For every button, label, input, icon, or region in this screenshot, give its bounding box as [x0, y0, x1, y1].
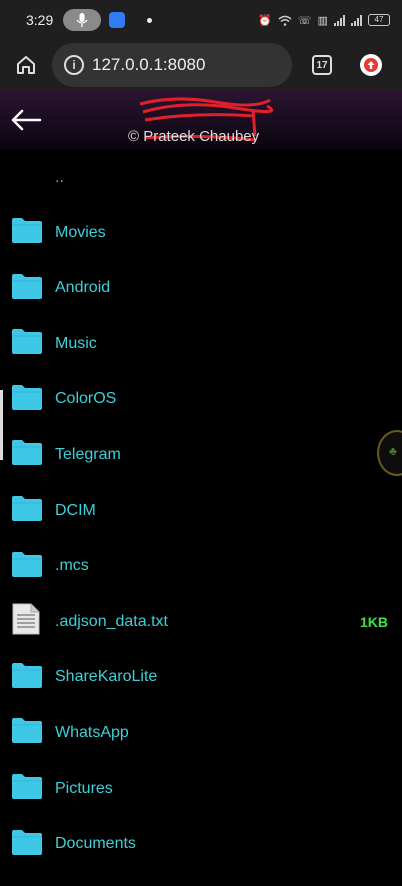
battery-icon: 47	[368, 14, 390, 26]
arrow-left-icon	[11, 109, 42, 131]
folder-icon	[12, 662, 42, 693]
signal2-icon	[351, 14, 362, 26]
item-name[interactable]: .adjson_data.txt	[55, 613, 168, 631]
browser-toolbar: i 127.0.0.1:8080 17	[0, 40, 402, 90]
alarm-icon: ⏰	[258, 14, 272, 27]
mic-indicator[interactable]	[63, 9, 102, 31]
item-name[interactable]: Music	[55, 335, 97, 353]
item-name[interactable]: Android	[55, 279, 110, 297]
item-name[interactable]: Pictures	[55, 780, 113, 798]
status-bar: 3:29 ⏰ ☏ ▥ 47	[0, 0, 402, 40]
folder-icon	[12, 551, 42, 582]
folder-icon	[12, 273, 42, 304]
status-time: 3:29	[26, 12, 54, 28]
back-button[interactable]	[6, 102, 46, 138]
item-name[interactable]: ColorOS	[55, 390, 116, 408]
folder-row[interactable]: Pictures	[0, 761, 402, 816]
folder-row[interactable]: ShareKaroLite	[0, 650, 402, 705]
tabs-button[interactable]: 17	[312, 55, 332, 75]
folder-icon	[12, 328, 42, 359]
folder-row[interactable]: DCIM	[0, 483, 402, 538]
volte-icon: ☏	[297, 14, 312, 27]
item-name[interactable]: WhatsApp	[55, 724, 129, 742]
item-name[interactable]: .mcs	[55, 557, 89, 575]
text-file-icon	[12, 603, 40, 640]
folder-row[interactable]: WhatsApp	[0, 705, 402, 760]
folder-icon	[12, 495, 42, 526]
item-name[interactable]: DCIM	[55, 502, 96, 520]
volte2-icon: ▥	[317, 14, 328, 27]
item-name[interactable]: Movies	[55, 224, 106, 242]
url-text[interactable]: 127.0.0.1:8080	[92, 55, 205, 75]
info-icon[interactable]: i	[64, 55, 84, 75]
file-size: 1KB	[359, 613, 388, 630]
home-button[interactable]	[0, 40, 52, 90]
mic-icon	[76, 13, 88, 27]
wifi-icon	[278, 15, 292, 26]
folder-row[interactable]: ColorOS	[0, 372, 402, 427]
folder-icon	[12, 829, 42, 860]
folder-icon	[12, 717, 42, 748]
copyright-text: © Prateek Chaubey	[128, 128, 260, 145]
folder-icon	[12, 217, 42, 248]
update-arrow-icon	[364, 58, 378, 72]
folder-row[interactable]: Android	[0, 261, 402, 316]
folder-row[interactable]: Music	[0, 316, 402, 371]
notification-dot-icon	[147, 17, 153, 23]
update-button[interactable]	[360, 54, 382, 76]
item-name[interactable]: Telegram	[55, 446, 121, 464]
folder-icon	[12, 773, 42, 804]
folder-icon	[12, 384, 42, 415]
item-name[interactable]: Documents	[55, 835, 136, 853]
parent-directory-link[interactable]: ..	[55, 169, 64, 187]
folder-row[interactable]: Telegram	[0, 427, 402, 482]
signal-icon	[334, 14, 345, 26]
page-header-banner: © Prateek Chaubey	[0, 90, 402, 150]
folder-row[interactable]: Movies	[0, 205, 402, 260]
file-row[interactable]: .adjson_data.txt 1KB	[0, 594, 402, 649]
folder-icon	[12, 439, 42, 470]
folder-row[interactable]: Documents	[0, 817, 402, 872]
item-name[interactable]: ShareKaroLite	[55, 668, 157, 686]
url-bar[interactable]: i 127.0.0.1:8080	[52, 43, 292, 87]
folder-row[interactable]: .mcs	[0, 539, 402, 594]
app-notification-icon	[109, 12, 126, 28]
home-icon	[17, 56, 35, 74]
